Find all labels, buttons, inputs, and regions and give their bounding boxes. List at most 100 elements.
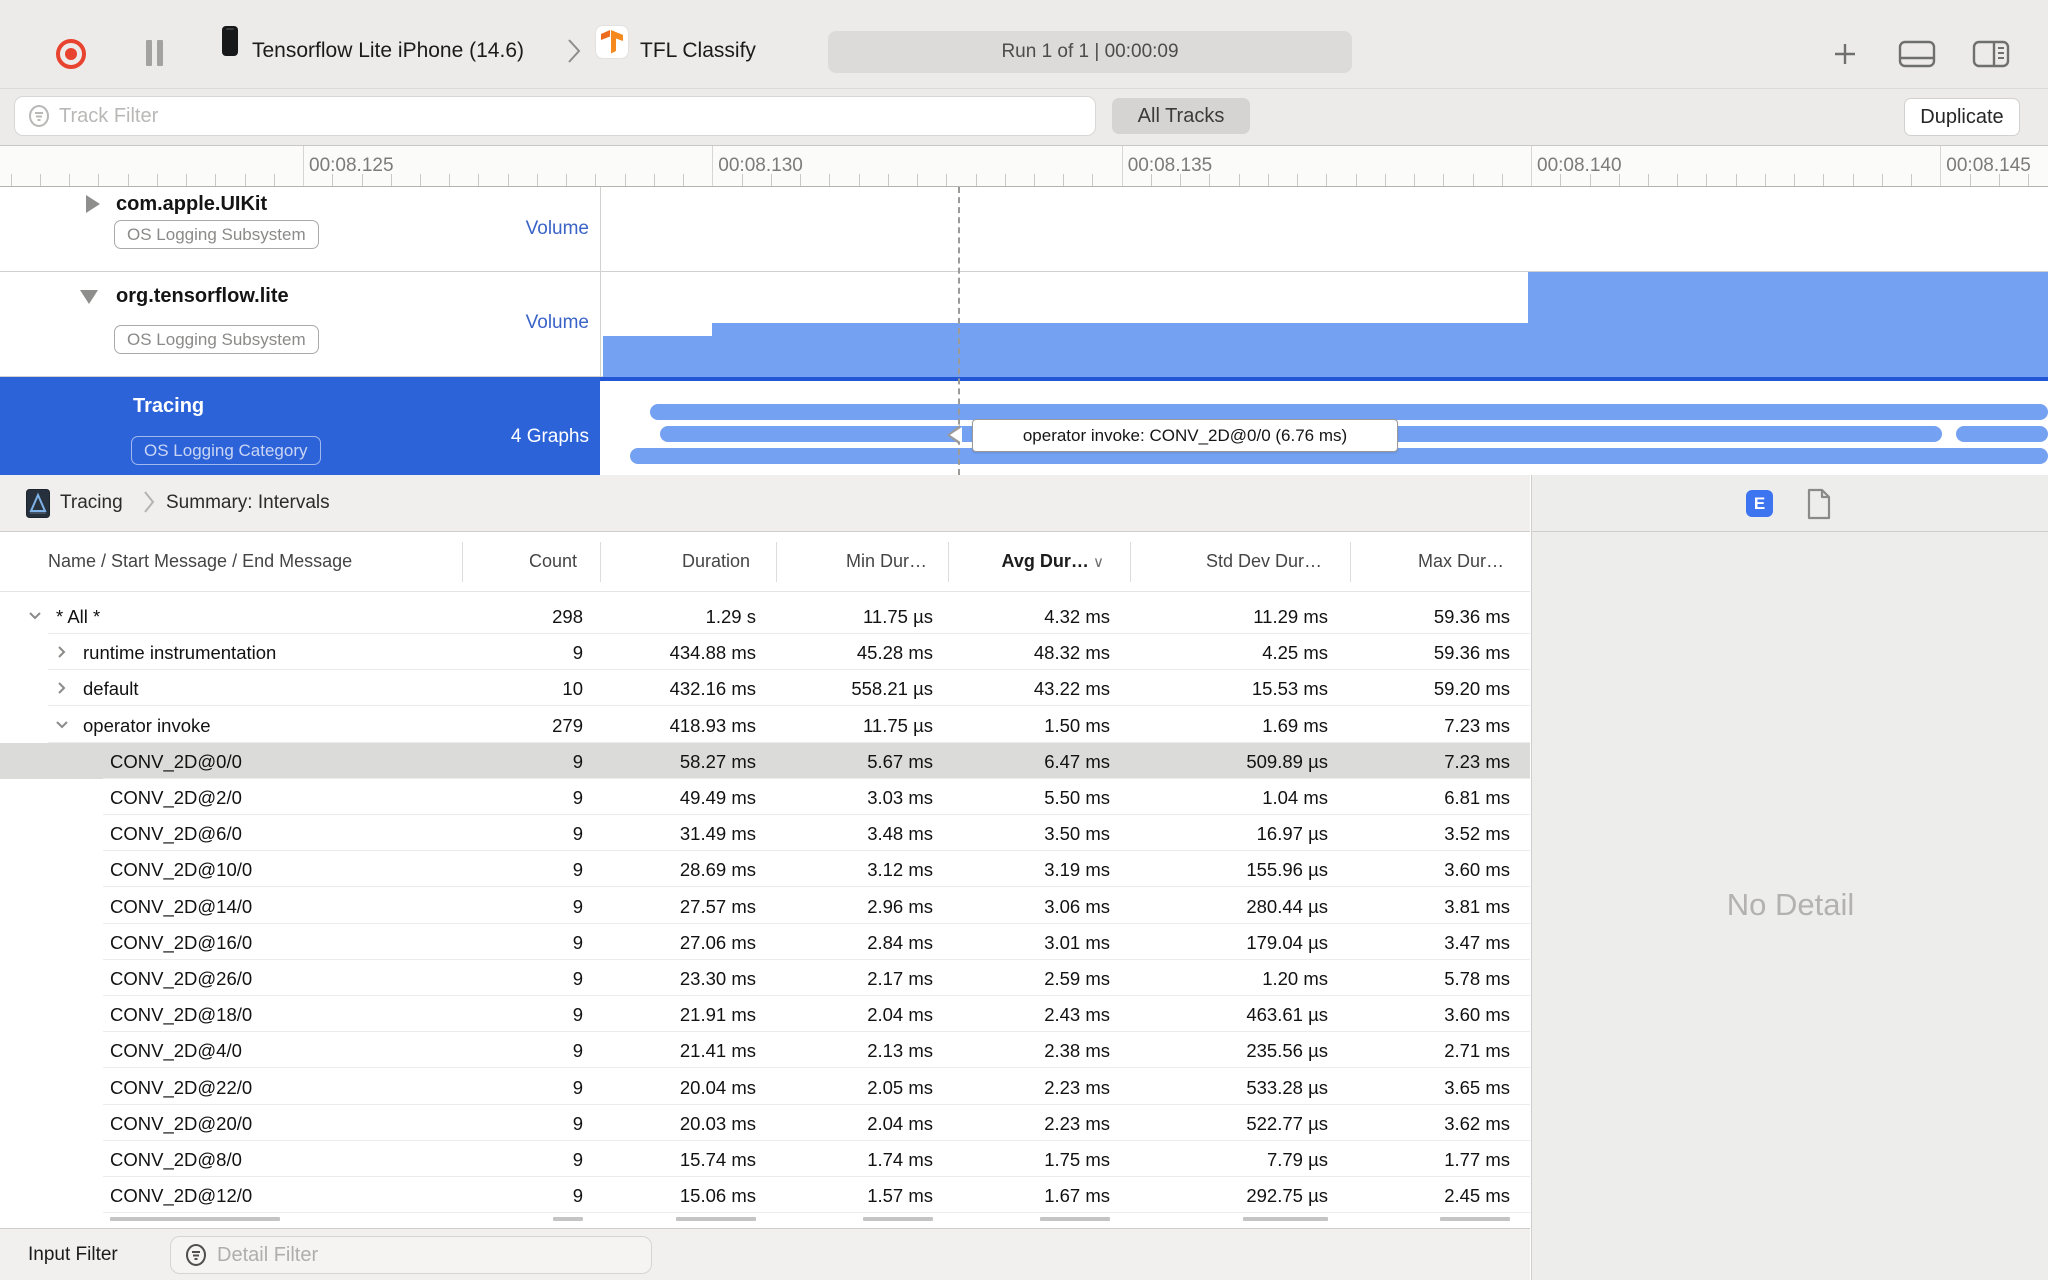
column-divider[interactable] [948, 542, 949, 582]
target-app-name[interactable]: TFL Classify [640, 40, 756, 61]
ruler-minor-tick [186, 174, 187, 186]
toggle-right-pane-button[interactable] [1972, 40, 2010, 68]
timeline-ruler[interactable]: 00:08.125 00:08.130 00:08.135 00:08.140 00:0… [0, 146, 2048, 187]
ruler-minor-tick [770, 174, 772, 186]
clipped-row-fragment [1040, 1217, 1110, 1222]
column-header-count[interactable]: Count [529, 551, 577, 572]
table-row[interactable]: CONV_2D@10/0 9 28.69 ms 3.12 ms 3.19 ms 155.9… [0, 851, 1530, 888]
ruler-minor-tick [390, 174, 392, 186]
column-divider[interactable] [1350, 542, 1351, 582]
ruler-minor-tick [1706, 174, 1708, 186]
table-row[interactable]: CONV_2D@22/0 9 20.04 ms 2.05 ms 2.23 ms 533.2… [0, 1069, 1530, 1105]
all-tracks-button[interactable]: All Tracks [1112, 98, 1250, 134]
device-name[interactable]: Tensorflow Lite iPhone (14.6) [252, 40, 524, 61]
toolbar: Tensorflow Lite iPhone (14.6) TFL Classi… [0, 0, 2048, 89]
row-count: 9 [572, 1040, 583, 1062]
row-duration: 20.03 ms [679, 1112, 756, 1134]
row-name: default [83, 678, 139, 700]
row-disclosure-icon[interactable] [27, 607, 43, 629]
row-avg: 2.43 ms [1044, 1004, 1110, 1026]
row-name: CONV_2D@4/0 [110, 1040, 242, 1062]
column-divider[interactable] [776, 542, 777, 582]
breadcrumb-instrument[interactable]: Tracing [60, 492, 123, 514]
column-header-duration[interactable]: Duration [682, 551, 750, 572]
column-header-std[interactable]: Std Dev Dur… [1206, 551, 1322, 572]
row-std: 4.25 ms [1262, 642, 1328, 664]
table-row[interactable]: default 10 432.16 ms 558.21 µs 43.22 ms 15.53… [0, 670, 1530, 707]
track-row-tensorflow[interactable]: org.tensorflow.lite OS Logging Subsystem… [0, 272, 2048, 377]
ruler-minor-tick [1618, 174, 1620, 186]
table-row[interactable]: * All * 298 1.29 s 11.75 µs 4.32 ms 11.29 ms 5… [0, 598, 1530, 634]
detail-filter-input[interactable]: Detail Filter [170, 1236, 652, 1274]
document-inspector-icon[interactable] [1806, 488, 1832, 520]
row-avg: 2.23 ms [1044, 1076, 1110, 1098]
pause-button[interactable] [146, 40, 164, 66]
input-filter-label[interactable]: Input Filter [28, 1244, 118, 1266]
ruler-minor-tick [1764, 174, 1766, 186]
row-count: 9 [572, 1112, 583, 1134]
row-std: 280.44 µs [1246, 895, 1328, 917]
detail-pane-header: Tracing Summary: Intervals [0, 475, 1530, 532]
table-row[interactable]: CONV_2D@26/0 9 23.30 ms 2.17 ms 2.59 ms 1.20 … [0, 960, 1530, 996]
row-max: 3.60 ms [1444, 1004, 1510, 1026]
add-instrument-button[interactable] [1832, 41, 1858, 67]
ruler-minor-tick [1326, 174, 1328, 186]
table-row[interactable]: CONV_2D@8/0 9 15.74 ms 1.74 ms 1.75 ms 7.79 µ… [0, 1141, 1530, 1177]
column-divider[interactable] [1130, 542, 1131, 582]
row-min: 2.84 ms [867, 931, 933, 953]
ruler-time-label: 00:08.135 [1127, 155, 1213, 176]
table-row[interactable]: operator invoke 279 418.93 ms 11.75 µs 1.50 … [0, 707, 1530, 743]
track-row-uikit[interactable]: com.apple.UIKit OS Logging Subsystem Vol… [0, 187, 2048, 271]
ruler-minor-tick [69, 174, 71, 186]
table-row[interactable]: CONV_2D@6/0 9 31.49 ms 3.48 ms 3.50 ms 16.97 … [0, 815, 1530, 852]
tooltip-arrow-fill [950, 427, 962, 443]
table-row[interactable]: CONV_2D@18/0 9 21.91 ms 2.04 ms 2.43 ms 463.6… [0, 996, 1530, 1033]
column-header-name[interactable]: Name / Start Message / End Message [48, 551, 352, 572]
record-button[interactable] [56, 39, 86, 69]
table-row[interactable]: CONV_2D@4/0 9 21.41 ms 2.13 ms 2.38 ms 235.56… [0, 1032, 1530, 1069]
ruler-minor-tick [1267, 174, 1269, 186]
row-disclosure-icon[interactable] [54, 643, 70, 665]
duplicate-button[interactable]: Duplicate [1904, 98, 2020, 136]
volume-graph-segment [603, 336, 712, 377]
row-min: 2.96 ms [867, 895, 933, 917]
column-divider[interactable] [462, 542, 463, 582]
column-header-max[interactable]: Max Dur… [1418, 551, 1504, 572]
ruler-minor-tick [975, 174, 977, 186]
row-count: 9 [572, 1004, 583, 1026]
row-disclosure-icon[interactable] [54, 716, 70, 738]
table-row[interactable]: CONV_2D@2/0 9 49.49 ms 3.03 ms 5.50 ms 1.04 m… [0, 779, 1530, 815]
table-row[interactable]: CONV_2D@0/0 9 58.27 ms 5.67 ms 6.47 ms 509.89… [0, 742, 1530, 779]
ruler-minor-tick [1092, 174, 1094, 186]
row-min: 3.12 ms [867, 859, 933, 881]
row-avg: 3.01 ms [1044, 931, 1110, 953]
column-header-min[interactable]: Min Dur… [846, 551, 927, 572]
column-divider[interactable] [600, 542, 601, 582]
toggle-bottom-pane-button[interactable] [1898, 40, 1936, 68]
table-row[interactable]: CONV_2D@12/0 9 15.06 ms 1.57 ms 1.67 ms 292.7… [0, 1177, 1530, 1214]
column-header-avg[interactable]: Avg Dur… ∨ [1002, 551, 1105, 572]
row-name: CONV_2D@8/0 [110, 1149, 242, 1170]
breadcrumb-page[interactable]: Summary: Intervals [166, 492, 330, 514]
ruler-major-tick [1531, 146, 1532, 186]
row-min: 3.48 ms [867, 823, 933, 845]
ruler-minor-tick [1969, 174, 1971, 186]
table-row[interactable]: CONV_2D@16/0 9 27.06 ms 2.84 ms 3.01 ms 179.0… [0, 924, 1530, 960]
trace-interval-bar[interactable] [1956, 426, 2048, 442]
filter-icon [186, 1244, 206, 1266]
clipped-row-fragment [1243, 1217, 1328, 1222]
row-count: 9 [572, 1149, 583, 1170]
extended-detail-button[interactable]: E [1746, 490, 1773, 517]
track-filter-input[interactable]: Track Filter [14, 96, 1096, 136]
ruler-minor-tick [946, 174, 948, 186]
disclosure-collapsed-icon[interactable] [86, 195, 100, 213]
row-disclosure-icon[interactable] [54, 679, 70, 701]
ruler-minor-tick [1355, 174, 1357, 186]
ruler-minor-tick [595, 174, 597, 186]
table-row[interactable]: CONV_2D@20/0 9 20.03 ms 2.04 ms 2.23 ms 522.7… [0, 1105, 1530, 1141]
table-row[interactable]: runtime instrumentation 9 434.88 ms 45.28 m… [0, 634, 1530, 671]
row-name: CONV_2D@26/0 [110, 968, 253, 989]
trace-interval-bar[interactable] [650, 404, 2048, 420]
table-row[interactable]: CONV_2D@14/0 9 27.57 ms 2.96 ms 3.06 ms 280.4… [0, 888, 1530, 924]
volume-graph[interactable] [0, 272, 2048, 377]
